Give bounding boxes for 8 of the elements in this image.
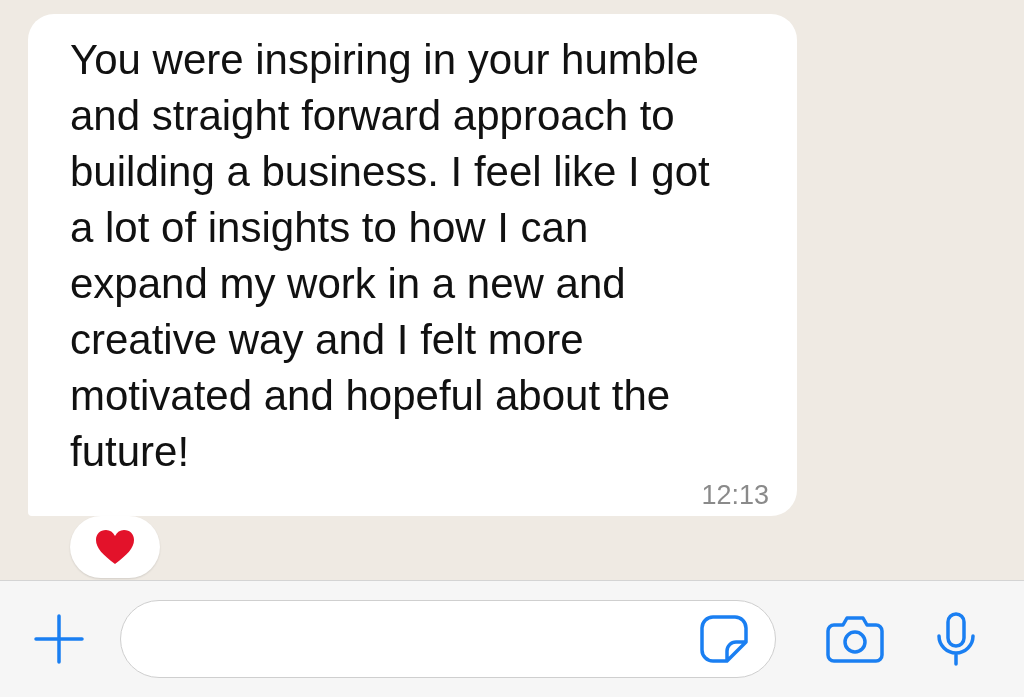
microphone-icon[interactable] xyxy=(936,612,976,666)
sticker-icon[interactable] xyxy=(699,614,749,664)
reaction-badge[interactable] xyxy=(70,516,160,578)
camera-icon[interactable] xyxy=(826,615,884,663)
plus-icon[interactable] xyxy=(34,614,84,664)
heart-icon xyxy=(95,529,135,565)
message-text: You were inspiring in your humble and straight forward approach to building a business. I feel like I got a lot of insights to how I can expand my work in a new and creative way and I felt more motivated and hopeful about the future! xyxy=(70,35,711,477)
message-time: 12:13 xyxy=(701,480,769,510)
